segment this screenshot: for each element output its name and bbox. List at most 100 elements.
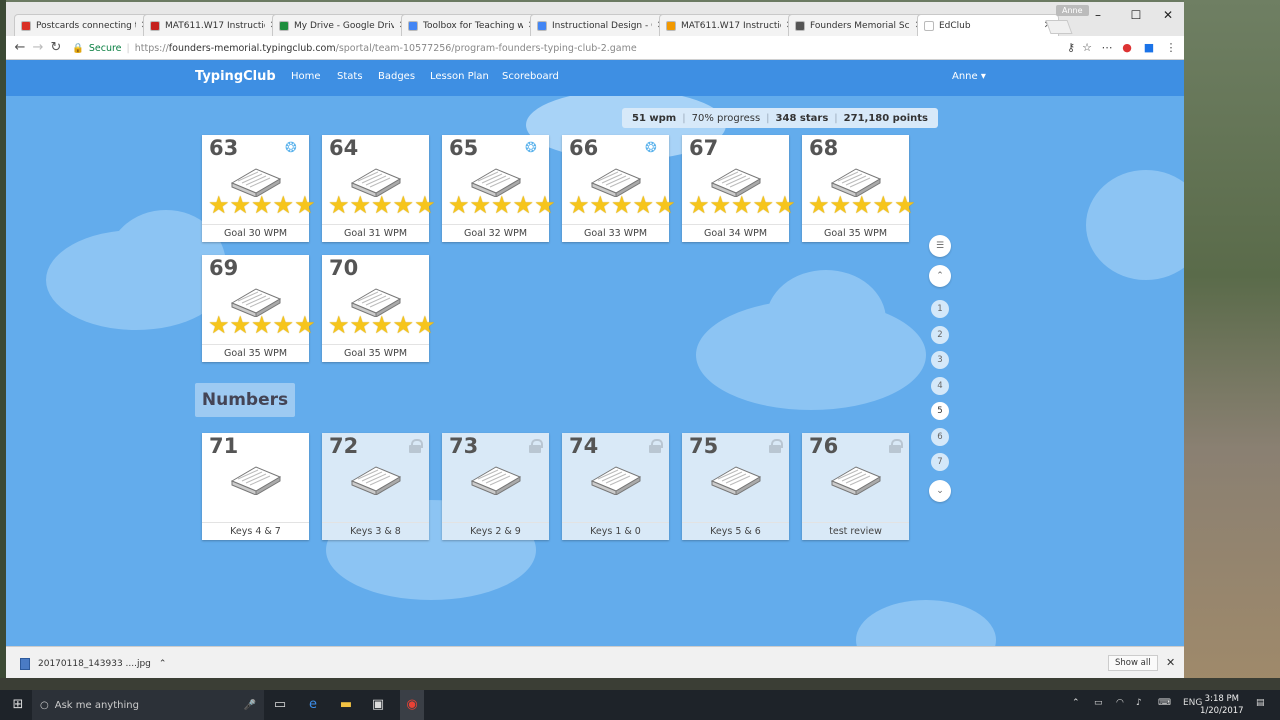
download-item[interactable]: 20170118_143933 ....jpg ⌃ (20, 658, 166, 670)
nav-badges[interactable]: Badges (378, 71, 415, 82)
browser-tab[interactable]: Postcards connecting the✕ (14, 14, 156, 36)
lesson-card[interactable]: 76 test review (802, 433, 909, 540)
microphone-icon[interactable]: 🎤 (244, 700, 256, 711)
back-icon[interactable]: ← (12, 40, 28, 55)
browser-tab[interactable]: My Drive - Google Drive✕ (272, 14, 414, 36)
star-icon: ★ (752, 191, 775, 219)
lesson-card[interactable]: 67 ★ ★ ★ ★ ★ Goal 34 WPM (682, 135, 796, 242)
page-dot-3[interactable]: 3 (931, 351, 949, 369)
star-rating: ★ ★ ★ ★ ★ (328, 191, 436, 219)
nav-stats[interactable]: Stats (337, 71, 363, 82)
lock-icon (649, 439, 663, 453)
tray-expand-icon[interactable]: ⌃ (1072, 698, 1080, 708)
page-dot-2[interactable]: 2 (931, 325, 949, 344)
browser-tab[interactable]: MAT611.W17 Instruction✕ (143, 14, 285, 36)
lesson-card[interactable]: 71 Keys 4 & 7 (202, 433, 309, 540)
page-dot-1[interactable]: 1 (931, 300, 949, 318)
bookmark-star-icon[interactable]: ☆ (1080, 41, 1094, 55)
extension-blue-icon[interactable]: ■ (1142, 41, 1156, 55)
progress-stat: 70% progress (691, 112, 761, 124)
windows-start-icon[interactable]: ⊞ (8, 695, 28, 715)
search-placeholder: Ask me anything (54, 699, 139, 711)
new-tab-button[interactable] (1045, 20, 1073, 34)
browser-tab[interactable]: Toolbox for Teaching wit✕ (401, 14, 543, 36)
lesson-card[interactable]: 73 Keys 2 & 9 (442, 433, 549, 540)
page-dot-7[interactable]: 7 (931, 453, 949, 471)
menu-icon[interactable]: ⋮ (1164, 41, 1178, 55)
notifications-icon[interactable]: ▤ (1256, 698, 1265, 708)
clock[interactable]: 3:18 PM 1/20/2017 (1200, 693, 1244, 717)
reload-icon[interactable]: ↻ (48, 40, 64, 55)
lesson-card[interactable]: 64 ★ ★ ★ ★ ★ Goal 31 WPM (322, 135, 436, 242)
store-icon[interactable]: ▣ (368, 695, 388, 715)
cloud-decoration (856, 600, 996, 646)
book-icon (470, 461, 522, 496)
nav-scoreboard[interactable]: Scoreboard (502, 71, 559, 82)
star-icon: ★ (491, 191, 513, 219)
chrome-icon[interactable]: ◉ (400, 690, 424, 720)
lesson-number: 73 (449, 434, 479, 458)
page-dot-6[interactable]: 6 (931, 427, 949, 446)
star-rating: ★ ★ ★ ★ ★ (448, 191, 556, 219)
user-menu[interactable]: Anne ▾ (952, 71, 986, 82)
browser-window: Postcards connecting the✕MAT611.W17 Inst… (6, 2, 1184, 678)
key-icon[interactable]: ⚷ (1064, 41, 1078, 55)
clock-date: 1/20/2017 (1200, 706, 1244, 716)
star-icon: ★ (272, 191, 295, 219)
browser-tab[interactable]: Founders Memorial Scho✕ (788, 14, 930, 36)
lesson-card[interactable]: 66 ❂ ★ ★ ★ ★ ★ Goal 33 WPM (562, 135, 676, 242)
brand-logo[interactable]: TypingClub (195, 69, 276, 84)
extension-red-icon[interactable]: ● (1120, 41, 1134, 55)
star-icon: ★ (611, 191, 633, 219)
edge-icon[interactable]: e (303, 695, 323, 715)
lesson-card[interactable]: 70 ★ ★ ★ ★ ★ Goal 35 WPM (322, 255, 436, 362)
volume-icon[interactable]: ♪ (1136, 698, 1142, 708)
close-download-bar-icon[interactable]: ✕ (1166, 656, 1175, 669)
wifi-icon[interactable]: ◠ (1116, 698, 1124, 708)
keyboard-icon[interactable]: ⌨ (1158, 698, 1171, 708)
image-file-icon (20, 658, 30, 670)
chevron-down-icon[interactable]: ⌄ (929, 480, 951, 502)
nav-lesson-plan[interactable]: Lesson Plan (430, 71, 489, 82)
tab-title: EdClub (939, 20, 971, 31)
close-window-icon[interactable]: ✕ (1158, 8, 1178, 22)
list-menu-icon[interactable]: ☰ (929, 235, 951, 257)
browser-tab[interactable]: MAT611.W17 Instruction✕ (659, 14, 801, 36)
browser-tab[interactable]: Instructional Design - Go✕ (530, 14, 672, 36)
page-dot-4[interactable]: 4 (931, 376, 949, 395)
lesson-number: 70 (329, 256, 359, 280)
lesson-card[interactable]: 65 ❂ ★ ★ ★ ★ ★ Goal 32 WPM (442, 135, 556, 242)
tab-favicon-icon (279, 20, 289, 31)
browser-tab[interactable]: EdClub✕ (917, 14, 1059, 36)
nav-home[interactable]: Home (291, 71, 321, 82)
lesson-label: Keys 1 & 0 (562, 522, 669, 540)
cortana-search[interactable]: ○ Ask me anything 🎤 (32, 690, 264, 720)
book-icon (590, 461, 642, 496)
lesson-card[interactable]: 68 ★ ★ ★ ★ ★ Goal 35 WPM (802, 135, 916, 242)
chevron-up-icon[interactable]: ⌃ (929, 265, 951, 287)
star-icon: ★ (851, 191, 873, 219)
lesson-card[interactable]: 69 ★ ★ ★ ★ ★ Goal 35 WPM (202, 255, 316, 362)
lesson-card[interactable]: 75 Keys 5 & 6 (682, 433, 789, 540)
star-icon: ★ (251, 191, 273, 219)
url-field[interactable]: 🔒 Secure | https://founders-memorial.typ… (72, 39, 1072, 58)
chevron-up-icon[interactable]: ⌃ (159, 659, 167, 669)
profile-button[interactable]: Anne (1056, 5, 1089, 16)
lesson-card[interactable]: 74 Keys 1 & 0 (562, 433, 669, 540)
page-dot-5[interactable]: 5 (931, 402, 949, 420)
maximize-icon[interactable]: ☐ (1126, 8, 1146, 22)
file-explorer-icon[interactable]: ▬ (336, 695, 356, 715)
show-all-button[interactable]: Show all (1108, 655, 1158, 671)
minimize-icon[interactable]: – (1088, 8, 1108, 22)
lesson-card[interactable]: 72 Keys 3 & 8 (322, 433, 429, 540)
task-view-icon[interactable]: ▭ (270, 695, 290, 715)
forward-icon[interactable]: → (30, 40, 46, 55)
extension-icon[interactable]: ⋯ (1100, 41, 1114, 55)
lesson-label: Goal 30 WPM (202, 224, 309, 242)
lock-icon: 🔒 (72, 43, 84, 54)
tray-app-icon[interactable]: ▭ (1094, 698, 1103, 708)
lesson-label: Goal 33 WPM (562, 224, 669, 242)
award-badge-icon: ❂ (645, 140, 657, 156)
star-icon: ★ (392, 191, 415, 219)
lesson-card[interactable]: 63 ❂ ★ ★ ★ ★ ★ Goal 30 WPM (202, 135, 316, 242)
